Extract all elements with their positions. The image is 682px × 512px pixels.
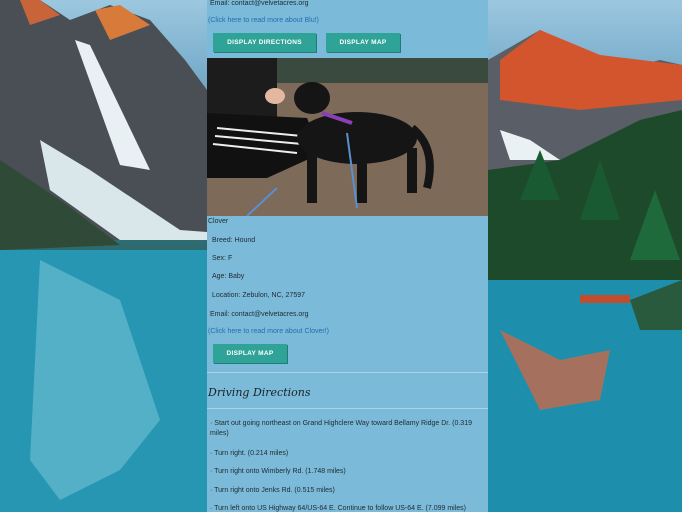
pet1-email: Email: contact@velvetacres.org	[210, 0, 309, 7]
pet2-read-more-link[interactable]: (Click here to read more about Clover!)	[208, 328, 329, 335]
display-directions-button[interactable]: DISPLAY DIRECTIONS	[213, 33, 316, 52]
pet-photo-clover	[207, 58, 488, 216]
driving-directions-heading: Driving Directions	[208, 386, 311, 399]
pet2-email: Email: contact@velvetacres.org	[210, 311, 309, 318]
pet2-age: Age: Baby	[212, 273, 245, 280]
pet2-name: Clover	[208, 218, 229, 225]
direction-step: · Turn right onto Wimberly Rd. (1.748 mi…	[210, 468, 346, 475]
pet2-location: Location: Zebulon, NC, 27597	[212, 292, 306, 299]
dog-photo-art	[207, 58, 488, 216]
direction-step: · Start out going northeast on Grand Hig…	[210, 420, 472, 437]
direction-step: · Turn left onto US Highway 64/US-64 E. …	[210, 505, 467, 512]
pet2-display-map-button[interactable]: DISPLAY MAP	[213, 344, 287, 363]
divider	[207, 408, 488, 409]
pet1-display-map-button[interactable]: DISPLAY MAP	[326, 33, 400, 52]
pet2-breed: Breed: Hound	[212, 237, 256, 244]
pet-listing-column: Email: contact@velvetacres.org (Click he…	[207, 0, 488, 512]
divider	[207, 372, 488, 373]
pet2-sex: Sex: F	[212, 255, 233, 262]
direction-step: · Turn right. (0.214 miles)	[210, 450, 289, 457]
pet1-read-more-link[interactable]: (Click here to read more about Blu!)	[208, 17, 319, 24]
direction-step: · Turn right onto Jenks Rd. (0.515 miles…	[210, 487, 335, 494]
